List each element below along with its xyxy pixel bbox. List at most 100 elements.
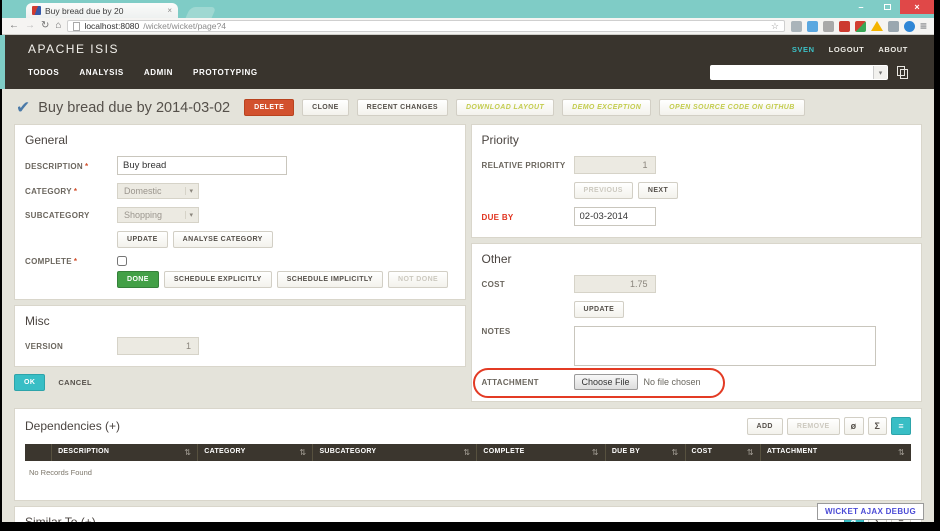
delete-button[interactable]: DELETE — [244, 99, 294, 116]
notes-textarea[interactable] — [574, 326, 876, 366]
similar-to-panel: Similar To (+) ø Σ ≡ — [14, 506, 922, 522]
extension-icon[interactable] — [888, 21, 899, 32]
column-header-subcategory[interactable]: SUBCATEGORY⇅ — [313, 444, 477, 461]
dependencies-toolbar: ADD REMOVE ø Σ ≡ — [747, 417, 912, 435]
relative-priority-value: 1 — [574, 156, 656, 174]
misc-panel: Misc VERSION 1 — [14, 305, 466, 367]
reload-icon[interactable]: ↻ — [41, 21, 49, 31]
maximize-button[interactable] — [874, 0, 900, 14]
extension-icon[interactable] — [823, 21, 834, 32]
back-icon[interactable]: ← — [9, 21, 19, 31]
chevron-down-icon: ▾ — [185, 187, 196, 195]
summary-view-icon[interactable]: Σ — [868, 417, 888, 435]
open-source-button[interactable]: OPEN SOURCE CODE ON GITHUB — [659, 99, 805, 116]
new-tab-button[interactable] — [186, 7, 217, 18]
tab-close-icon[interactable]: × — [167, 6, 172, 15]
user-link[interactable]: SVEN — [792, 45, 815, 54]
cost-actions-row: UPDATE — [482, 301, 912, 318]
sort-icon: ⇅ — [299, 448, 306, 457]
window-frame-accent — [0, 35, 5, 89]
category-row: CATEGORY* Domestic▾ — [25, 183, 455, 199]
chevron-down-icon[interactable]: ▾ — [873, 66, 887, 79]
about-link[interactable]: ABOUT — [878, 45, 908, 54]
not-done-button: NOT DONE — [388, 271, 448, 288]
browser-menu-icon[interactable]: ≡ — [920, 19, 927, 33]
attachment-row: ATTACHMENT Choose File No file chosen — [482, 374, 912, 390]
list-view-icon[interactable]: ≡ — [891, 417, 911, 435]
other-panel: Other COST 1.75 UPDATE NOTES — [471, 243, 923, 402]
general-heading: General — [25, 133, 455, 147]
category-select: Domestic▾ — [117, 183, 199, 199]
subcategory-label: SUBCATEGORY — [25, 210, 117, 220]
extension-icon[interactable] — [839, 21, 850, 32]
description-input[interactable] — [117, 156, 287, 175]
close-button[interactable]: × — [900, 0, 934, 14]
page-icon — [73, 22, 80, 31]
tab-title: Buy bread due by 20 — [45, 6, 163, 16]
schedule-implicitly-button[interactable]: SCHEDULE IMPLICITLY — [277, 271, 383, 288]
menu-item-admin[interactable]: ADMIN — [144, 68, 173, 77]
sort-icon: ⇅ — [463, 448, 470, 457]
menu-item-todos[interactable]: TODOS — [28, 68, 59, 77]
extension-icon[interactable] — [904, 21, 915, 32]
extension-icon[interactable] — [807, 21, 818, 32]
url-path: /wicket/wicket/page?4 — [143, 21, 226, 31]
bookmark-star-icon[interactable]: ☆ — [771, 21, 779, 32]
priority-heading: Priority — [482, 133, 912, 147]
due-by-row: DUE BY — [482, 207, 912, 226]
wicket-ajax-debug-link[interactable]: WICKET AJAX DEBUG — [817, 503, 924, 520]
priority-actions-row: PREVIOUS NEXT — [482, 182, 912, 199]
browser-tab[interactable]: Buy bread due by 20 × — [26, 3, 178, 18]
ok-button[interactable]: OK — [14, 374, 45, 391]
recent-changes-button[interactable]: RECENT CHANGES — [357, 99, 448, 116]
hide-columns-icon[interactable]: ø — [844, 417, 864, 435]
column-header-cost[interactable]: COST⇅ — [685, 444, 760, 461]
choose-file-button[interactable]: Choose File — [574, 374, 638, 390]
dependencies-table: DESCRIPTION⇅ CATEGORY⇅ SUBCATEGORY⇅ COMP… — [25, 444, 911, 491]
version-row: VERSION 1 — [25, 337, 455, 355]
no-records-text: No Records Found — [25, 461, 911, 491]
browser-window: Buy bread due by 20 × – × ← → ↻ ⌂ localh… — [2, 0, 934, 522]
update-cost-button[interactable]: UPDATE — [574, 301, 625, 318]
url-bar[interactable]: localhost:8080/wicket/wicket/page?4 ☆ — [67, 20, 785, 32]
user-links: SVEN LOGOUT ABOUT — [792, 45, 908, 54]
search-combobox[interactable]: ▾ — [710, 65, 888, 80]
cancel-button[interactable]: CANCEL — [58, 378, 92, 387]
column-header-description[interactable]: DESCRIPTION⇅ — [52, 444, 198, 461]
previous-button: PREVIOUS — [574, 182, 633, 199]
done-button[interactable]: DONE — [117, 271, 159, 288]
schedule-explicitly-button[interactable]: SCHEDULE EXPLICITLY — [164, 271, 272, 288]
column-header-category[interactable]: CATEGORY⇅ — [198, 444, 313, 461]
analyse-category-button[interactable]: ANALYSE CATEGORY — [173, 231, 273, 248]
due-by-label: DUE BY — [482, 212, 574, 222]
other-heading: Other — [482, 252, 912, 266]
menu-item-analysis[interactable]: ANALYSIS — [79, 68, 124, 77]
update-category-button[interactable]: UPDATE — [117, 231, 168, 248]
column-header-attachment[interactable]: ATTACHMENT⇅ — [760, 444, 911, 461]
extension-icon[interactable] — [791, 21, 802, 32]
download-layout-button[interactable]: DOWNLOAD LAYOUT — [456, 99, 554, 116]
home-icon[interactable]: ⌂ — [55, 21, 61, 31]
dependencies-header: Dependencies (+) ADD REMOVE ø Σ ≡ — [25, 417, 911, 435]
url-host: localhost:8080 — [84, 21, 139, 31]
column-header-complete[interactable]: COMPLETE⇅ — [477, 444, 605, 461]
form-actions-row: OK CANCEL — [14, 374, 466, 391]
extension-icon[interactable] — [871, 21, 883, 31]
column-header-due-by[interactable]: DUE BY⇅ — [605, 444, 685, 461]
next-button[interactable]: NEXT — [638, 182, 678, 199]
copy-icon[interactable] — [897, 66, 908, 79]
minimize-button[interactable]: – — [848, 0, 874, 14]
brand-row: APACHE ISIS SVEN LOGOUT ABOUT — [28, 42, 908, 56]
todo-check-icon: ✔ — [16, 99, 30, 116]
clone-button[interactable]: CLONE — [302, 99, 349, 116]
relative-priority-row: RELATIVE PRIORITY 1 — [482, 156, 912, 174]
demo-exception-button[interactable]: DEMO EXCEPTION — [562, 99, 651, 116]
menu-item-prototyping[interactable]: PROTOTYPING — [193, 68, 258, 77]
due-by-input[interactable] — [574, 207, 656, 226]
extension-icon[interactable] — [855, 21, 866, 32]
add-button[interactable]: ADD — [747, 418, 783, 435]
notes-row: NOTES — [482, 326, 912, 366]
complete-checkbox[interactable] — [117, 256, 127, 266]
logout-link[interactable]: LOGOUT — [829, 45, 865, 54]
misc-heading: Misc — [25, 314, 455, 328]
